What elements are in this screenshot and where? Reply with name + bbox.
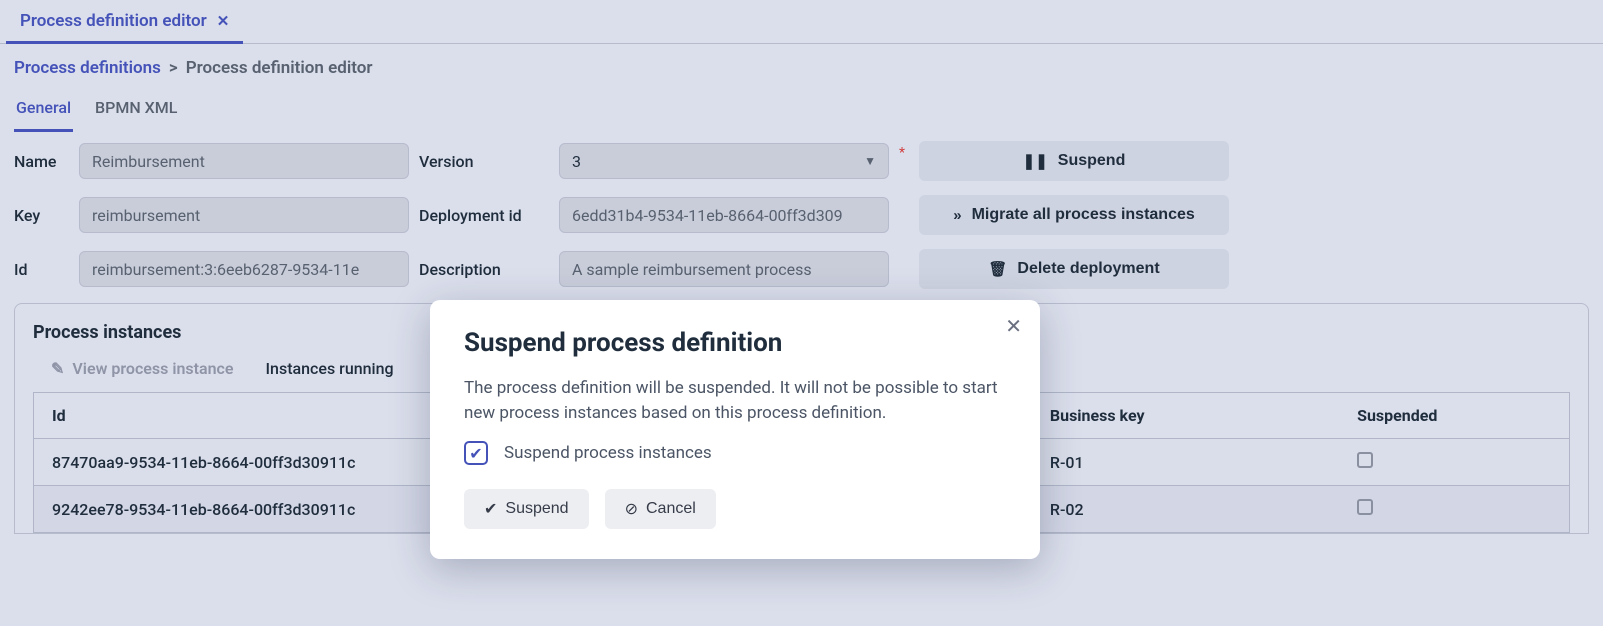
suspend-instances-checkbox-label: Suspend process instances: [504, 443, 712, 463]
modal-cancel-button-label: Cancel: [646, 500, 696, 518]
suspend-modal: ✕ Suspend process definition The process…: [430, 300, 1040, 559]
modal-checkbox-row: ✔ Suspend process instances: [464, 441, 1006, 465]
modal-backdrop: ✕ Suspend process definition The process…: [0, 0, 1603, 626]
close-icon[interactable]: ✕: [1005, 314, 1022, 338]
modal-suspend-button-label: Suspend: [505, 500, 568, 518]
modal-title: Suspend process definition: [464, 328, 1006, 358]
modal-cancel-button[interactable]: ⊘ Cancel: [605, 489, 716, 529]
modal-suspend-button[interactable]: ✔ Suspend: [464, 489, 589, 529]
modal-button-row: ✔ Suspend ⊘ Cancel: [464, 489, 1006, 529]
check-icon: ✔: [484, 499, 497, 519]
modal-body: The process definition will be suspended…: [464, 376, 1006, 425]
check-icon: ✔: [469, 444, 482, 463]
ban-icon: ⊘: [625, 499, 638, 519]
suspend-instances-checkbox[interactable]: ✔: [464, 441, 488, 465]
